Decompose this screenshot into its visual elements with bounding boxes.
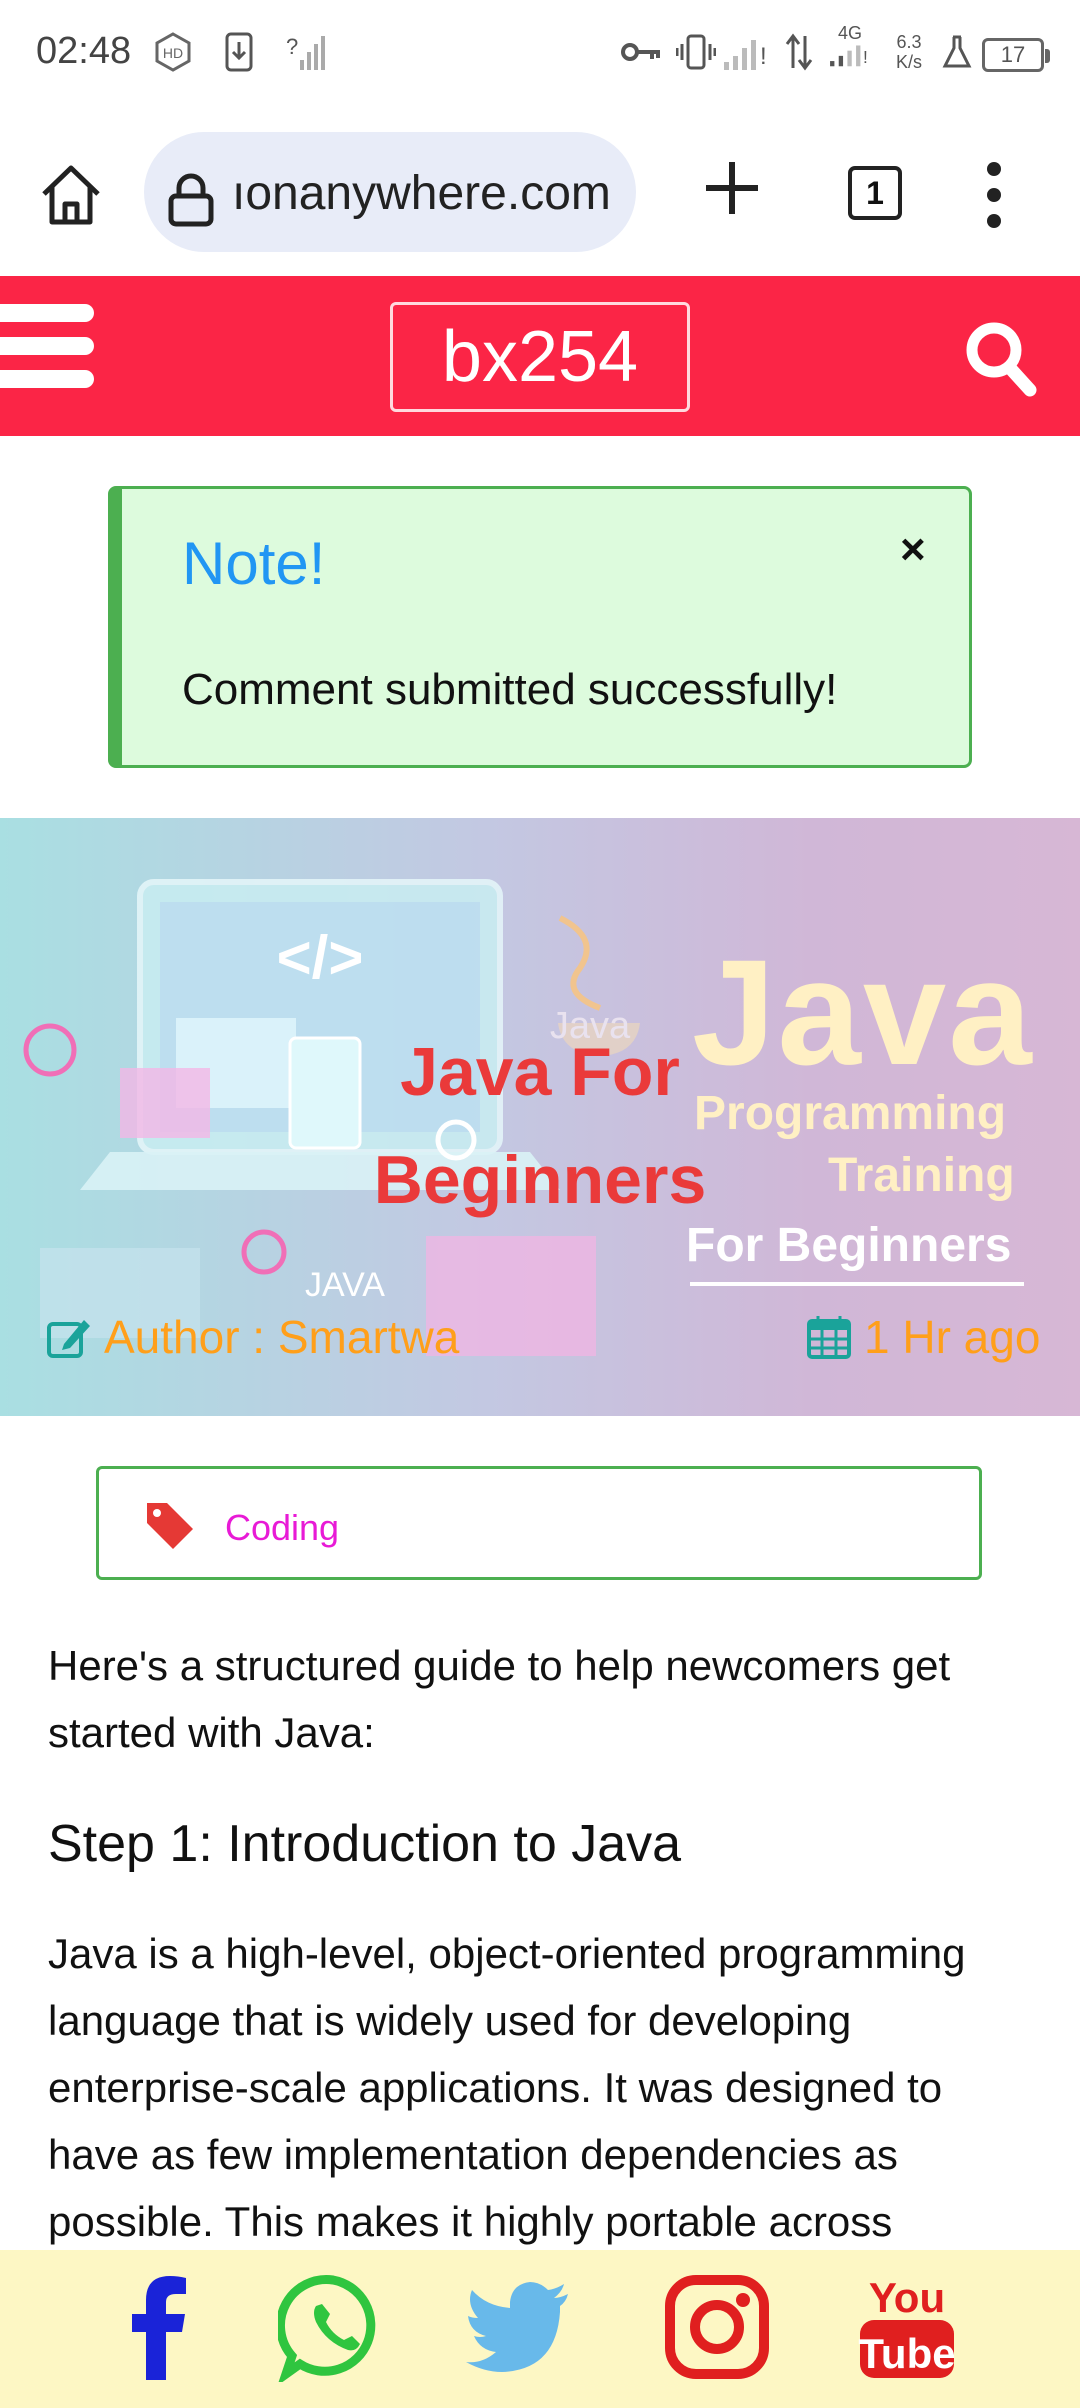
time-ago-text: 1 Hr ago <box>864 1311 1041 1363</box>
url-text[interactable]: ıonanywhere.com <box>232 166 611 221</box>
time-meta: 1 Hr ago <box>806 1310 1040 1364</box>
tag-label[interactable]: Coding <box>225 1507 339 1549</box>
hd-icon: HD <box>150 30 196 74</box>
twitter-icon[interactable] <box>464 2272 574 2382</box>
plus-icon[interactable] <box>700 156 764 220</box>
hero-banner: </> Java JAVA Java Programming Training … <box>0 818 1080 1416</box>
screen-java-text: JAVA <box>305 1266 385 1304</box>
site-header: bx254 <box>0 276 1080 436</box>
note-message: Comment submitted successfully! <box>182 665 838 714</box>
download-icon <box>222 30 256 74</box>
whatsapp-icon[interactable] <box>278 2272 388 2382</box>
status-time: 02:48 <box>36 30 132 72</box>
signal-4g-icon: 4G ! <box>822 24 878 68</box>
step-1-heading: Step 1: Introduction to Java <box>48 1815 682 1873</box>
data-arrows-icon <box>782 30 816 74</box>
code-tag-text: </> <box>277 924 364 991</box>
no-signal-icon: ? <box>286 30 326 74</box>
facebook-icon[interactable] <box>104 2272 214 2382</box>
social-share-bar: You Tube <box>0 2250 1080 2408</box>
banner-underline <box>690 1282 1024 1286</box>
svg-text:!: ! <box>760 43 767 70</box>
instagram-icon[interactable] <box>662 2272 772 2382</box>
more-vertical-icon[interactable] <box>982 162 1006 228</box>
step-1-body: Java is a high-level, object-oriented pr… <box>48 1930 966 2245</box>
battery-level: 17 <box>1000 42 1026 67</box>
signal-icon: ! <box>722 30 772 74</box>
search-icon[interactable] <box>962 318 1038 398</box>
address-bar[interactable]: ıonanywhere.com <box>144 132 636 252</box>
speed-unit: K/s <box>895 52 922 72</box>
tab-count: 1 <box>866 174 884 211</box>
lab-icon <box>940 30 974 74</box>
browser-toolbar: ıonanywhere.com 1 <box>0 110 1080 276</box>
close-icon[interactable]: × <box>900 525 926 575</box>
speed-readout: 6.3 K/s <box>886 30 932 74</box>
youtube-top-text: You <box>869 2274 945 2321</box>
calendar-icon <box>807 1316 851 1359</box>
article-title: Java For Beginners <box>320 1018 760 1234</box>
key-icon <box>620 30 664 74</box>
article-title-line-2: Beginners <box>373 1142 707 1218</box>
youtube-bottom-text: Tube <box>858 2330 955 2377</box>
lock-icon[interactable] <box>166 172 216 228</box>
svg-text:HD: HD <box>163 45 183 61</box>
article-intro: Here's a structured guide to help newcom… <box>48 1642 951 1756</box>
youtube-icon[interactable]: You Tube <box>852 2272 962 2382</box>
author-text[interactable]: Author : Smartwa <box>104 1310 459 1364</box>
battery-icon: 17 <box>982 38 1050 72</box>
svg-text:?: ? <box>286 34 298 59</box>
article-title-line-1: Java For <box>400 1034 680 1110</box>
note-title: Note! <box>182 530 326 597</box>
network-type: 4G <box>837 23 862 43</box>
banner-training-text: Training <box>828 1149 1015 1202</box>
note-alert: Note! × Comment submitted successfully! <box>108 486 972 768</box>
site-logo[interactable]: bx254 <box>390 302 690 412</box>
edit-icon <box>47 1320 90 1358</box>
status-bar: 02:48 HD ? ! 4G ! 6.3 K/s 17 <box>0 0 1080 110</box>
tabs-icon[interactable]: 1 <box>848 166 902 220</box>
home-icon[interactable] <box>36 160 106 230</box>
svg-text:!: ! <box>863 47 868 67</box>
vibrate-icon <box>676 30 716 74</box>
category-tag[interactable]: Coding <box>96 1466 982 1580</box>
article-body: Here's a structured guide to help newcom… <box>48 1632 1038 2255</box>
hamburger-menu-icon[interactable] <box>0 304 94 404</box>
author-meta: Author : Smartwa <box>46 1310 459 1364</box>
speed-value: 6.3 <box>896 32 922 52</box>
tag-icon <box>147 1503 193 1549</box>
